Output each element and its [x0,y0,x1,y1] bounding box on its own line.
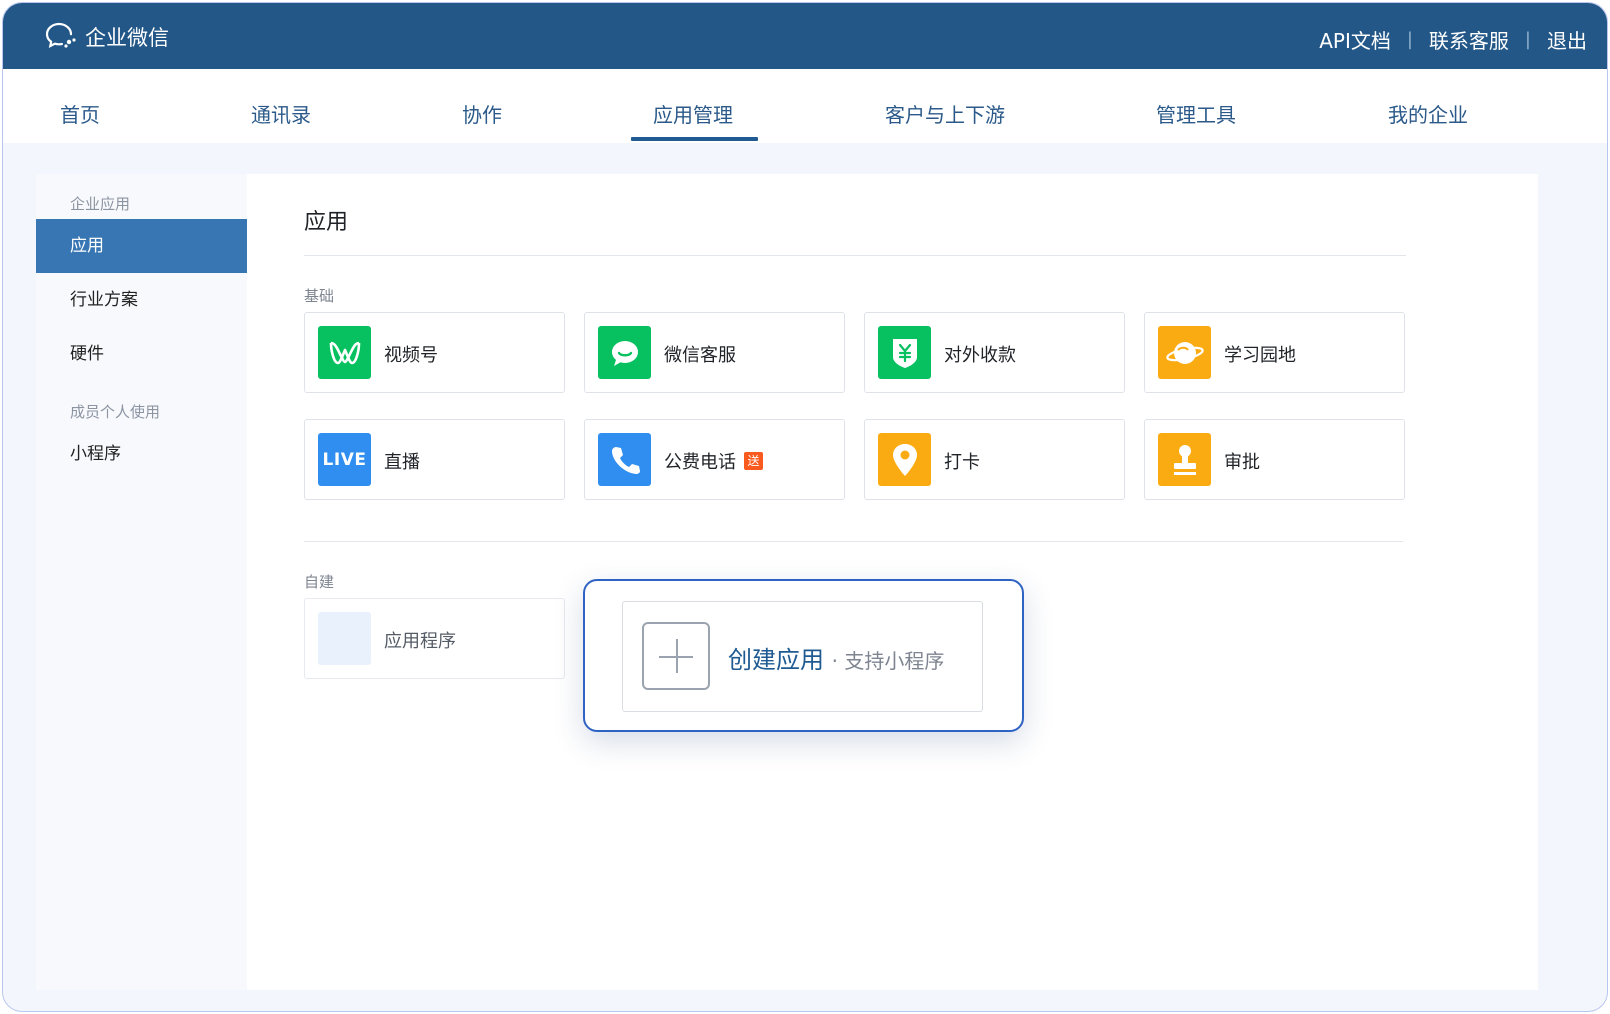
sidebar-group-personal-use: 成员个人使用 [70,403,161,421]
active-tab-indicator [631,137,758,141]
nav-item-collaboration[interactable]: 协作 [462,99,502,128]
create-app-button[interactable]: 创建应用 · 支持小程序 [622,601,983,712]
app-card-channels[interactable]: 视频号 [304,312,565,393]
app-name-custom: 应用程序 [384,631,456,652]
app-name-live: 直播 [384,452,420,473]
sidebar-item-apps[interactable]: 应用 [36,219,247,273]
app-card-label: 公费电话 送 [664,448,763,474]
nav-item-contacts[interactable]: 通讯录 [251,99,311,128]
divider: | [1524,29,1531,50]
app-card-label: 直播 [384,448,420,474]
app-card-wechat-service[interactable]: 微信客服 [584,312,845,393]
app-name-learning: 学习园地 [1224,345,1296,366]
page-title: 应用 [304,210,349,235]
app-card-label: 审批 [1224,448,1260,474]
app-name-payments: 对外收款 [944,345,1016,366]
contact-support-link[interactable]: 联系客服 [1429,25,1509,54]
create-app-text: 创建应用 · 支持小程序 [728,640,944,675]
nav-item-admin-tools[interactable]: 管理工具 [1156,99,1236,128]
app-name-check-in: 打卡 [944,452,980,473]
create-app-highlight: 创建应用 · 支持小程序 [583,579,1024,732]
app-window: 企业微信 API文档 | 联系客服 | 退出 首页 通讯录 协作 应用管理 客户… [2,2,1608,1012]
main-nav: 首页 通讯录 协作 应用管理 客户与上下游 管理工具 我的企业 [3,69,1607,143]
app-card-label: 打卡 [944,448,980,474]
app-name-wechat-service: 微信客服 [664,345,736,366]
nav-item-my-company[interactable]: 我的企业 [1388,99,1468,128]
api-docs-link[interactable]: API文档 [1319,25,1391,54]
app-card-learning[interactable]: 学习园地 [1144,312,1405,393]
sidebar-group-enterprise-apps: 企业应用 [70,195,131,213]
wecom-logo-icon [45,21,77,53]
app-card-custom-app[interactable]: 应用程序 [304,598,565,679]
top-links: API文档 | 联系客服 | 退出 [1319,25,1587,54]
app-name-public-phone: 公费电话 [664,452,736,473]
location-pin-icon [878,433,931,486]
app-name-channels: 视频号 [384,345,438,366]
sidebar-item-industry-solutions[interactable]: 行业方案 [36,273,247,327]
promo-badge: 送 [744,452,763,470]
title-divider [304,255,1406,256]
yuan-shield-icon [878,326,931,379]
stamp-icon [1158,433,1211,486]
sidebar-item-mini-programs[interactable]: 小程序 [36,427,247,481]
phone-icon [598,433,651,486]
nav-item-home[interactable]: 首页 [60,99,100,128]
sidebar: 企业应用 应用 行业方案 硬件 成员个人使用 小程序 [36,174,247,990]
logo[interactable]: 企业微信 [45,21,169,53]
app-name-approval: 审批 [1224,452,1260,473]
app-card-label: 对外收款 [944,341,1016,367]
app-card-label: 视频号 [384,341,438,367]
chat-bubble-icon [598,326,651,379]
app-card-label: 学习园地 [1224,341,1296,367]
app-placeholder-icon [318,612,371,665]
app-card-approval[interactable]: 审批 [1144,419,1405,500]
section-label-basic: 基础 [304,287,335,305]
create-app-subtitle: · 支持小程序 [831,649,945,673]
live-icon: LIVE [318,433,371,486]
section-divider [304,541,1403,542]
app-card-label: 应用程序 [384,627,456,653]
section-label-custom: 自建 [304,573,335,591]
app-card-public-phone[interactable]: 公费电话 送 [584,419,845,500]
divider: | [1406,29,1413,50]
app-card-check-in[interactable]: 打卡 [864,419,1125,500]
app-name: 企业微信 [85,26,169,50]
sidebar-item-hardware[interactable]: 硬件 [36,327,247,381]
top-bar: 企业微信 API文档 | 联系客服 | 退出 [3,3,1607,69]
planet-icon [1158,326,1211,379]
app-card-live[interactable]: LIVE 直播 [304,419,565,500]
nav-item-app-management[interactable]: 应用管理 [653,99,733,128]
channels-icon [318,326,371,379]
app-card-label: 微信客服 [664,341,736,367]
nav-item-customers[interactable]: 客户与上下游 [885,99,1005,128]
app-card-payments[interactable]: 对外收款 [864,312,1125,393]
logout-link[interactable]: 退出 [1547,25,1587,54]
plus-icon [642,622,710,690]
create-app-label: 创建应用 [728,646,824,674]
